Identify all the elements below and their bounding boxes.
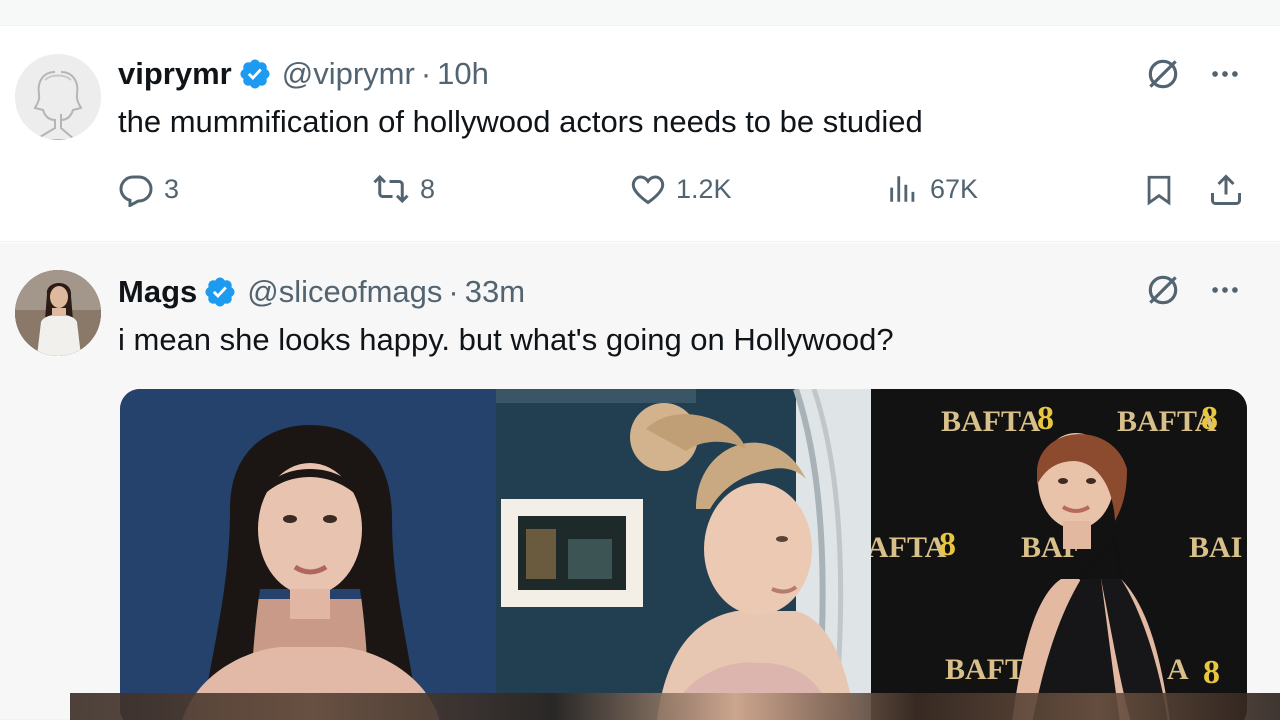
like-icon <box>631 175 665 205</box>
bookmark-button[interactable] <box>1142 171 1176 209</box>
display-name[interactable]: viprymr <box>118 56 232 92</box>
tweet-top-actions <box>1144 55 1242 93</box>
tweet-actions: 3 8 1.2K 67K <box>118 171 1248 217</box>
timestamp[interactable]: 33m <box>465 274 525 310</box>
share-icon <box>1211 174 1241 205</box>
tweet-viprymr[interactable]: viprymr @viprymr · 10h the mummification… <box>0 27 1280 242</box>
handle[interactable]: @sliceofmags <box>247 274 442 310</box>
share-button[interactable] <box>1208 171 1244 209</box>
grok-icon[interactable] <box>1144 55 1182 93</box>
avatar[interactable] <box>15 54 101 140</box>
retweet-button[interactable]: 8 <box>372 171 435 207</box>
svg-text:BAI: BAI <box>1189 531 1242 564</box>
photo-3-image: BAFTA 8 BAFTA 8 AFTA 8 BAF BAI BAFTA A 8 <box>871 389 1247 720</box>
svg-text:8: 8 <box>939 526 956 563</box>
tweet-text: i mean she looks happy. but what's going… <box>118 322 894 357</box>
tweet-header: Mags @sliceofmags · 33m <box>118 274 525 310</box>
retweet-icon <box>373 174 409 204</box>
avatar[interactable] <box>15 270 101 356</box>
photo-1-image <box>120 389 496 720</box>
photo-2-image <box>496 389 871 720</box>
svg-text:8: 8 <box>1201 400 1218 437</box>
like-button[interactable]: 1.2K <box>630 171 732 207</box>
views-count: 67K <box>930 173 979 204</box>
svg-text:BAFTA: BAFTA <box>941 405 1041 438</box>
separator-dot: · <box>448 274 459 309</box>
bookmark-icon <box>1147 175 1171 206</box>
tweet-mags[interactable]: Mags @sliceofmags · 33m i mean she looks… <box>0 243 1280 720</box>
previous-tweet-edge <box>0 0 1280 26</box>
tweet-header: viprymr @viprymr · 10h <box>118 56 489 92</box>
timestamp[interactable]: 10h <box>437 56 489 92</box>
svg-text:8: 8 <box>1037 400 1054 437</box>
verified-badge-icon[interactable] <box>203 275 237 309</box>
avatar-image <box>15 54 101 140</box>
avatar-image <box>15 270 101 356</box>
media-photo-2[interactable] <box>496 389 871 720</box>
separator-dot: · <box>420 56 432 91</box>
reply-button[interactable]: 3 <box>118 171 179 207</box>
timeline-feed: viprymr @viprymr · 10h the mummification… <box>0 0 1280 720</box>
media-photo-3[interactable]: BAFTA 8 BAFTA 8 AFTA 8 BAF BAI BAFTA A 8 <box>871 389 1247 720</box>
grok-icon[interactable] <box>1144 271 1182 309</box>
next-media-edge <box>70 693 1280 720</box>
more-icon[interactable] <box>1208 273 1242 307</box>
svg-text:AFTA: AFTA <box>871 531 947 564</box>
tweet-text: the mummification of hollywood actors ne… <box>118 104 923 139</box>
svg-text:8: 8 <box>1203 654 1220 691</box>
views-icon <box>890 176 915 202</box>
retweet-count: 8 <box>420 173 436 204</box>
tweet-media-grid[interactable]: BAFTA 8 BAFTA 8 AFTA 8 BAF BAI BAFTA A 8 <box>120 389 1247 720</box>
reply-count: 3 <box>164 173 180 204</box>
handle[interactable]: @viprymr <box>282 56 415 92</box>
verified-badge-icon[interactable] <box>238 57 272 91</box>
svg-text:A: A <box>1167 653 1189 686</box>
more-icon[interactable] <box>1208 57 1242 91</box>
display-name[interactable]: Mags <box>118 274 197 310</box>
views-button[interactable]: 67K <box>886 171 978 207</box>
like-count: 1.2K <box>676 173 732 204</box>
reply-icon <box>119 175 153 207</box>
media-photo-1[interactable] <box>120 389 496 720</box>
tweet-top-actions <box>1144 271 1242 309</box>
